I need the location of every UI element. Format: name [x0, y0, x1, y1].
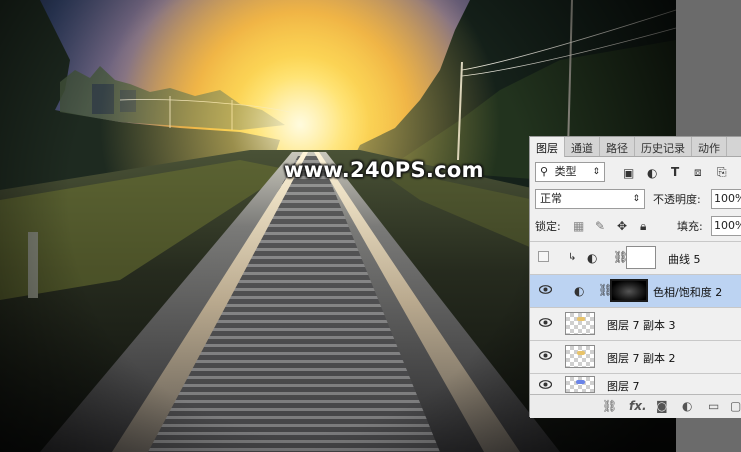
fx-button[interactable]: fx.: [629, 399, 647, 413]
layer-name: 曲线 5: [668, 253, 701, 266]
watermark-text: www.240PS.com: [284, 158, 484, 182]
layer-row-selected[interactable]: ◐ ⛓ 色相/饱和度 2: [530, 274, 741, 307]
lock-move-icon[interactable]: ✥: [617, 219, 627, 233]
tab-paths[interactable]: 路径: [600, 137, 635, 156]
eye-icon[interactable]: [539, 351, 552, 360]
filter-kind-value: 类型: [554, 165, 577, 178]
filter-kind-select[interactable]: ⚲ 类型 ⇕: [535, 162, 605, 182]
layer-mask-thumbnail[interactable]: [626, 246, 656, 269]
layer-name: 图层 7 副本 3: [607, 319, 676, 332]
clipping-arrow-icon: ↳: [568, 252, 577, 263]
layer-name: 图层 7: [607, 380, 640, 393]
layer-thumbnail[interactable]: [565, 376, 595, 393]
opacity-label: 不透明度:: [653, 193, 701, 206]
link-layers-icon[interactable]: ⛓: [602, 399, 617, 413]
add-mask-icon[interactable]: ◙: [656, 399, 668, 413]
fill-label: 填充:: [677, 220, 703, 233]
lock-transparent-icon[interactable]: ▦: [573, 219, 584, 233]
lock-row: 锁定: ▦ ✎ ✥ 🔒︎ 填充: 100%: [530, 213, 741, 239]
image-filter-icon[interactable]: ▣: [623, 166, 634, 180]
tab-layers[interactable]: 图层: [530, 137, 565, 157]
tab-actions[interactable]: 动作: [692, 137, 727, 156]
tab-history[interactable]: 历史记录: [635, 137, 692, 156]
layer-row[interactable]: 图层 7 副本 3: [530, 307, 741, 340]
chevron-updown-icon: ⇕: [592, 167, 600, 177]
lock-all-icon[interactable]: 🔒︎: [640, 219, 646, 233]
layer-name: 图层 7 副本 2: [607, 352, 676, 365]
adjustment-layer-icon: ◐: [574, 284, 585, 298]
eye-icon[interactable]: [539, 380, 552, 389]
layers-panel: 图层 通道 路径 历史记录 动作 ⚲ 类型 ⇕ ▣ ◐ T ⧈ ⎘ 正常 ⇕ 不…: [529, 136, 741, 418]
layers-footer-toolbar: ⛓ fx. ◙ ◐ ▭ ▢: [530, 394, 741, 418]
layer-row[interactable]: 图层 7: [530, 373, 741, 394]
panel-tabs: 图层 通道 路径 历史记录 动作: [530, 137, 741, 157]
blend-row: 正常 ⇕ 不透明度: 100%: [530, 187, 741, 211]
layer-name: 色相/饱和度 2: [653, 286, 723, 299]
opacity-input[interactable]: 100%: [711, 189, 741, 209]
smart-object-filter-icon[interactable]: ⎘: [717, 165, 727, 179]
adjustment-layer-icon: ◐: [587, 251, 598, 265]
adjustment-filter-icon[interactable]: ◐: [647, 166, 657, 180]
layer-mask-thumbnail[interactable]: [610, 279, 648, 302]
eye-icon[interactable]: [539, 285, 552, 294]
search-icon: ⚲: [540, 165, 549, 178]
filter-row: ⚲ 类型 ⇕ ▣ ◐ T ⧈ ⎘: [530, 159, 741, 185]
new-layer-icon[interactable]: ▢: [730, 399, 741, 413]
tab-channels[interactable]: 通道: [565, 137, 600, 156]
layer-thumbnail[interactable]: [565, 312, 595, 335]
layer-row[interactable]: ↳ ◐ ⛓ 曲线 5: [530, 241, 741, 274]
type-filter-icon[interactable]: T: [671, 165, 679, 179]
new-group-icon[interactable]: ▭: [708, 399, 719, 413]
eye-icon[interactable]: [539, 318, 552, 327]
visibility-toggle-off[interactable]: [538, 251, 549, 262]
chevron-updown-icon: ⇕: [632, 194, 640, 204]
lock-brush-icon[interactable]: ✎: [595, 219, 605, 233]
layer-thumbnail[interactable]: [565, 345, 595, 368]
fill-input[interactable]: 100%: [711, 216, 741, 236]
layer-row[interactable]: 图层 7 副本 2: [530, 340, 741, 373]
shape-filter-icon[interactable]: ⧈: [694, 165, 702, 179]
new-adjustment-icon[interactable]: ◐: [682, 399, 692, 413]
blend-mode-select[interactable]: 正常 ⇕: [535, 189, 645, 209]
lock-label: 锁定:: [535, 220, 561, 233]
blend-mode-value: 正常: [540, 192, 562, 205]
